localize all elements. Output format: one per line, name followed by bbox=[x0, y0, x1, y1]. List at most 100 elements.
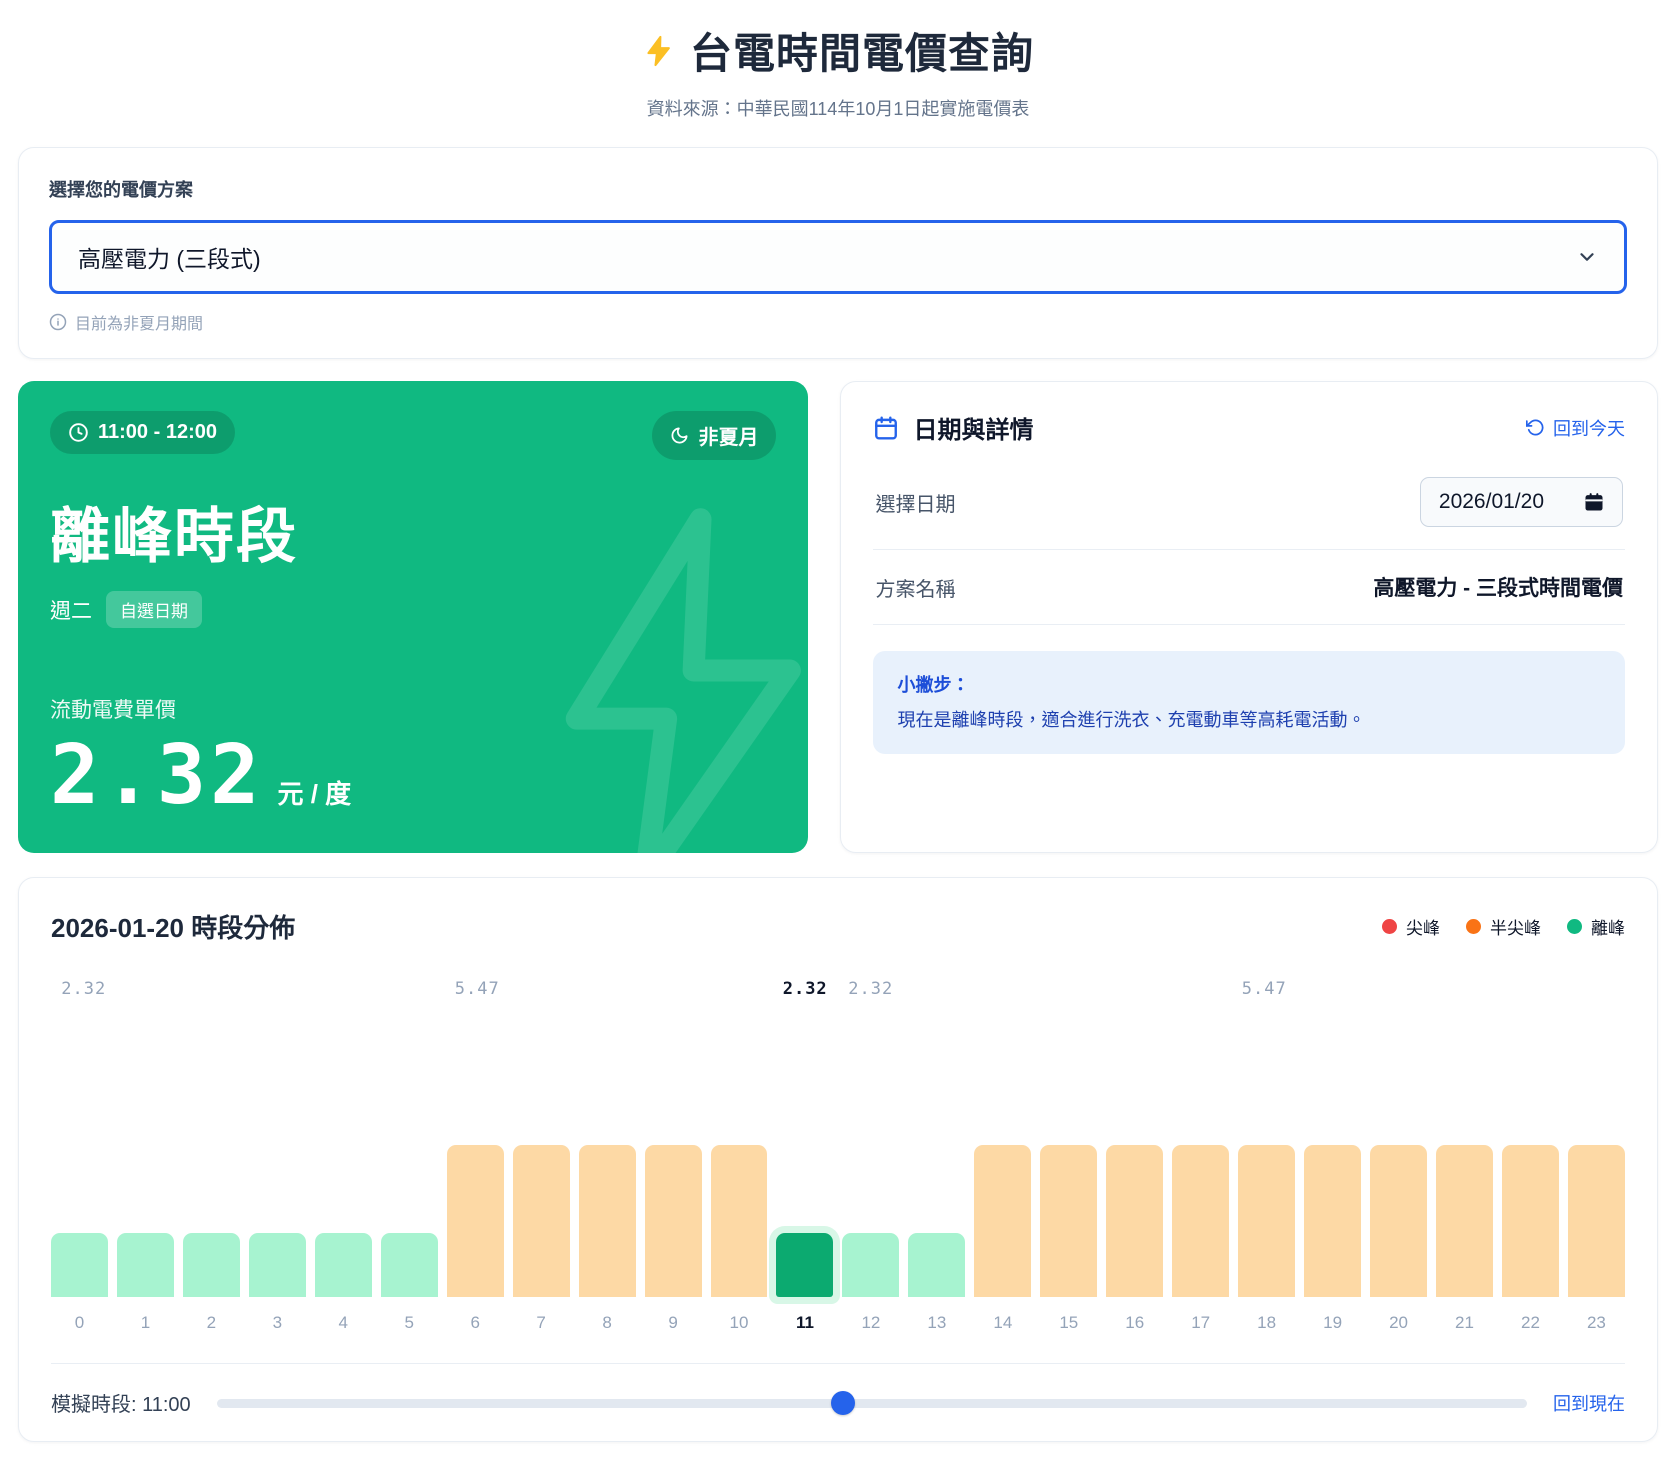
chart-column-4 bbox=[315, 1233, 372, 1297]
slider-thumb[interactable] bbox=[831, 1391, 855, 1415]
calendar-picker-icon[interactable] bbox=[1584, 492, 1604, 512]
chart-column-9 bbox=[645, 1145, 702, 1297]
season-info-text: 目前為非夏月期間 bbox=[75, 310, 203, 334]
legend-label: 尖峰 bbox=[1406, 914, 1440, 939]
clock-icon bbox=[68, 422, 89, 443]
x-tick-18: 18 bbox=[1238, 1313, 1295, 1333]
chart-column-12 bbox=[842, 1233, 899, 1297]
x-tick-6: 6 bbox=[447, 1313, 504, 1333]
bar-hour-11[interactable] bbox=[776, 1233, 833, 1297]
weekday-label: 週二 bbox=[50, 595, 92, 625]
bar-hour-15[interactable] bbox=[1040, 1145, 1097, 1297]
x-tick-21: 21 bbox=[1436, 1313, 1493, 1333]
tip-text: 現在是離峰時段，適合進行洗衣、充電動車等高耗電活動。 bbox=[897, 707, 1601, 734]
x-tick-4: 4 bbox=[315, 1313, 372, 1333]
bar-hour-14[interactable] bbox=[974, 1145, 1031, 1297]
x-tick-2: 2 bbox=[183, 1313, 240, 1333]
chart-column-16 bbox=[1106, 1145, 1163, 1297]
plan-name-label: 方案名稱 bbox=[875, 573, 955, 602]
bar-hour-10[interactable] bbox=[711, 1145, 768, 1297]
chart-column-18 bbox=[1238, 1145, 1295, 1297]
x-tick-1: 1 bbox=[117, 1313, 174, 1333]
bar-hour-23[interactable] bbox=[1568, 1145, 1625, 1297]
chart-column-0 bbox=[51, 1233, 108, 1297]
x-tick-9: 9 bbox=[645, 1313, 702, 1333]
bar-hour-3[interactable] bbox=[249, 1233, 306, 1297]
app-header: 台電時間電價查詢 資料來源：中華民國114年10月1日起實施電價表 bbox=[18, 14, 1658, 121]
legend-dot-icon bbox=[1466, 919, 1481, 934]
bar-hour-9[interactable] bbox=[645, 1145, 702, 1297]
bar-hour-19[interactable] bbox=[1304, 1145, 1361, 1297]
value-label-hour-6: 5.47 bbox=[455, 979, 500, 999]
date-input-value: 2026/01/20 bbox=[1439, 490, 1544, 514]
x-tick-20: 20 bbox=[1370, 1313, 1427, 1333]
x-tick-13: 13 bbox=[908, 1313, 965, 1333]
chart-column-13 bbox=[908, 1233, 965, 1297]
chart-column-7 bbox=[513, 1145, 570, 1297]
details-title-text: 日期與詳情 bbox=[913, 410, 1033, 445]
bar-hour-20[interactable] bbox=[1370, 1145, 1427, 1297]
x-tick-12: 12 bbox=[842, 1313, 899, 1333]
chart-column-22 bbox=[1502, 1145, 1559, 1297]
chart-column-6 bbox=[447, 1145, 504, 1297]
chart-column-5 bbox=[381, 1233, 438, 1297]
period-name: 離峰時段 bbox=[50, 488, 776, 575]
x-tick-10: 10 bbox=[711, 1313, 768, 1333]
bar-hour-6[interactable] bbox=[447, 1145, 504, 1297]
x-tick-17: 17 bbox=[1172, 1313, 1229, 1333]
bar-hour-16[interactable] bbox=[1106, 1145, 1163, 1297]
date-input[interactable]: 2026/01/20 bbox=[1420, 477, 1623, 527]
bar-hour-7[interactable] bbox=[513, 1145, 570, 1297]
rotate-ccw-icon bbox=[1526, 418, 1545, 437]
season-badge-text: 非夏月 bbox=[698, 421, 758, 450]
chevron-down-icon bbox=[1576, 246, 1598, 268]
legend-item-尖峰: 尖峰 bbox=[1382, 914, 1440, 939]
plan-selector-label: 選擇您的電價方案 bbox=[49, 176, 1627, 202]
chart-column-11 bbox=[776, 1233, 833, 1297]
legend-item-離峰: 離峰 bbox=[1567, 914, 1625, 939]
page-title: 台電時間電價查詢 bbox=[18, 20, 1658, 81]
bar-hour-13[interactable] bbox=[908, 1233, 965, 1297]
legend-item-半尖峰: 半尖峰 bbox=[1466, 914, 1541, 939]
data-source-subtitle: 資料來源：中華民國114年10月1日起實施電價表 bbox=[18, 95, 1658, 121]
x-tick-23: 23 bbox=[1568, 1313, 1625, 1333]
x-tick-8: 8 bbox=[579, 1313, 636, 1333]
x-tick-14: 14 bbox=[974, 1313, 1031, 1333]
chart-column-2 bbox=[183, 1233, 240, 1297]
bar-hour-2[interactable] bbox=[183, 1233, 240, 1297]
calendar-icon bbox=[873, 415, 899, 441]
bar-hour-5[interactable] bbox=[381, 1233, 438, 1297]
chart-legend: 尖峰 半尖峰 離峰 bbox=[1382, 914, 1625, 939]
legend-label: 半尖峰 bbox=[1490, 914, 1541, 939]
value-label-hour-0: 2.32 bbox=[61, 979, 106, 999]
x-tick-16: 16 bbox=[1106, 1313, 1163, 1333]
date-field-label: 選擇日期 bbox=[875, 488, 955, 517]
back-to-today-label: 回到今天 bbox=[1553, 415, 1625, 441]
date-details-card: 日期與詳情 回到今天 選擇日期 2026/01/20 bbox=[840, 381, 1658, 853]
chart-column-23 bbox=[1568, 1145, 1625, 1297]
bar-hour-8[interactable] bbox=[579, 1145, 636, 1297]
x-tick-22: 22 bbox=[1502, 1313, 1559, 1333]
bar-hour-0[interactable] bbox=[51, 1233, 108, 1297]
back-to-today-button[interactable]: 回到今天 bbox=[1526, 415, 1625, 441]
plan-select[interactable]: 高壓電力 (三段式) bbox=[49, 220, 1627, 294]
bar-hour-1[interactable] bbox=[117, 1233, 174, 1297]
bar-hour-17[interactable] bbox=[1172, 1145, 1229, 1297]
page: 台電時間電價查詢 資料來源：中華民國114年10月1日起實施電價表 選擇您的電價… bbox=[0, 0, 1676, 1462]
tip-box: 小撇步： 現在是離峰時段，適合進行洗衣、充電動車等高耗電活動。 bbox=[873, 651, 1625, 754]
bar-hour-12[interactable] bbox=[842, 1233, 899, 1297]
time-slider[interactable] bbox=[217, 1390, 1527, 1416]
x-tick-3: 3 bbox=[249, 1313, 306, 1333]
bar-hour-21[interactable] bbox=[1436, 1145, 1493, 1297]
back-to-now-button[interactable]: 回到現在 bbox=[1553, 1390, 1625, 1416]
plan-name-value: 高壓電力 - 三段式時間電價 bbox=[1373, 572, 1623, 602]
bar-hour-4[interactable] bbox=[315, 1233, 372, 1297]
bar-hour-22[interactable] bbox=[1502, 1145, 1559, 1297]
date-mode-badge: 自選日期 bbox=[106, 591, 202, 628]
chart-plot: 2.325.472.322.325.47 bbox=[51, 979, 1625, 1297]
bar-hour-18[interactable] bbox=[1238, 1145, 1295, 1297]
current-period-card: 11:00 - 12:00 非夏月 離峰時段 週二 自選日期 流動電費單價 2.… bbox=[18, 381, 808, 853]
price-unit: 元 / 度 bbox=[277, 774, 351, 811]
slider-track[interactable] bbox=[217, 1399, 1527, 1408]
value-label-hour-12: 2.32 bbox=[848, 979, 893, 999]
